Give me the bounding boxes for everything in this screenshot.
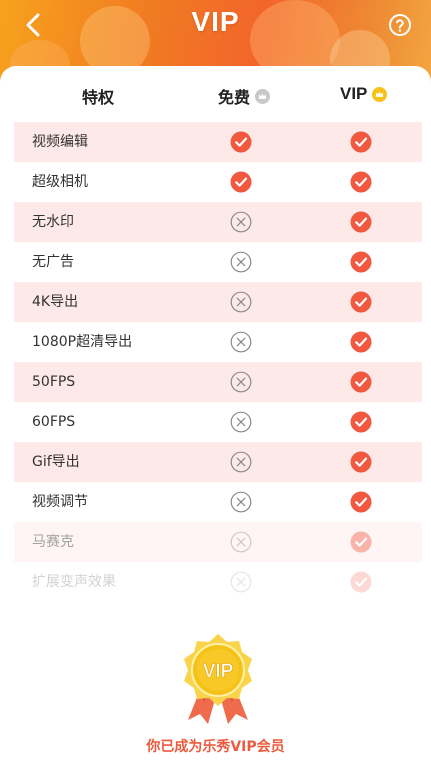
check-circle-icon <box>230 171 252 193</box>
question-circle-icon <box>389 14 411 36</box>
privilege-name: 1080P超清导出 <box>32 334 133 350</box>
svg-text:VIP: VIP <box>203 661 234 682</box>
privilege-table: 视频编辑超级相机无水印无广告 4K导出 1080P超清导出 50FPS 60FPS Gif… <box>14 122 422 602</box>
table-row: 4K导出 <box>14 282 422 322</box>
vip-included-cell <box>350 171 372 193</box>
table-row: Gif导出 <box>14 442 422 482</box>
free-excluded-cell <box>230 291 252 313</box>
help-button[interactable] <box>388 13 412 37</box>
check-circle-icon <box>350 211 372 233</box>
vip-included-cell <box>350 451 372 473</box>
table-row: 视频调节 <box>14 482 422 522</box>
x-circle-icon <box>230 251 252 273</box>
check-circle-icon <box>350 171 372 193</box>
x-circle-icon <box>230 371 252 393</box>
table-row: 50FPS <box>14 362 422 402</box>
free-excluded-cell <box>230 411 252 433</box>
free-excluded-cell <box>230 571 252 593</box>
privilege-name: 50FPS <box>32 374 76 390</box>
vip-included-cell <box>350 251 372 273</box>
table-row: 无广告 <box>14 242 422 282</box>
vip-included-cell <box>350 291 372 313</box>
x-circle-icon <box>230 211 252 233</box>
x-circle-icon <box>230 331 252 353</box>
x-circle-icon <box>230 451 252 473</box>
privilege-name: 视频编辑 <box>32 134 88 150</box>
check-circle-icon <box>350 411 372 433</box>
free-excluded-cell <box>230 531 252 553</box>
check-circle-icon <box>350 371 372 393</box>
table-row: 无水印 <box>14 202 422 242</box>
x-circle-icon <box>230 571 252 593</box>
free-excluded-cell <box>230 251 252 273</box>
table-row: 1080P超清导出 <box>14 322 422 362</box>
check-circle-icon <box>350 531 372 553</box>
table-row: 60FPS <box>14 402 422 442</box>
check-circle-icon <box>350 331 372 353</box>
vip-included-cell <box>350 371 372 393</box>
table-row: 视频编辑 <box>14 122 422 162</box>
membership-status: 你已成为乐秀VIP会员 <box>146 739 285 755</box>
check-circle-icon <box>350 491 372 513</box>
vip-included-cell <box>350 571 372 593</box>
free-included-cell <box>230 131 252 153</box>
column-header-vip: VIP <box>340 84 388 104</box>
free-included-cell <box>230 171 252 193</box>
table-row: 扩展变声效果 <box>14 562 422 602</box>
x-circle-icon <box>230 291 252 313</box>
x-circle-icon <box>230 531 252 553</box>
check-circle-icon <box>350 251 372 273</box>
privilege-name: 60FPS <box>32 414 76 430</box>
column-header-free: 免费 <box>218 84 271 108</box>
vip-included-cell <box>350 211 372 233</box>
privilege-name: 无广告 <box>32 254 74 270</box>
x-circle-icon <box>230 411 252 433</box>
page-title: VIP <box>191 6 240 37</box>
privilege-name: Gif导出 <box>32 454 80 470</box>
x-circle-icon <box>230 491 252 513</box>
vip-included-cell <box>350 491 372 513</box>
check-circle-icon <box>230 131 252 153</box>
privilege-name: 视频调节 <box>32 494 88 510</box>
free-excluded-cell <box>230 451 252 473</box>
free-excluded-cell <box>230 331 252 353</box>
privilege-name: 马赛克 <box>32 534 74 550</box>
crown-gold-icon <box>372 86 388 102</box>
vip-included-cell <box>350 411 372 433</box>
check-circle-icon <box>350 451 372 473</box>
crown-gray-icon <box>255 88 271 104</box>
check-circle-icon <box>350 291 372 313</box>
vip-medal-icon: VIP <box>184 634 252 724</box>
free-excluded-cell <box>230 491 252 513</box>
privilege-name: 无水印 <box>32 214 74 230</box>
vip-included-cell <box>350 331 372 353</box>
privilege-name: 扩展变声效果 <box>32 574 116 590</box>
table-row: 马赛克 <box>14 522 422 562</box>
table-row: 超级相机 <box>14 162 422 202</box>
privilege-name: 4K导出 <box>32 294 79 310</box>
table-header: 特权 免费 VIP <box>14 66 422 122</box>
column-header-privilege: 特权 <box>82 88 115 107</box>
free-excluded-cell <box>230 371 252 393</box>
free-excluded-cell <box>230 211 252 233</box>
privilege-name: 超级相机 <box>32 174 88 190</box>
check-circle-icon <box>350 571 372 593</box>
check-circle-icon <box>350 131 372 153</box>
vip-included-cell <box>350 531 372 553</box>
vip-included-cell <box>350 131 372 153</box>
